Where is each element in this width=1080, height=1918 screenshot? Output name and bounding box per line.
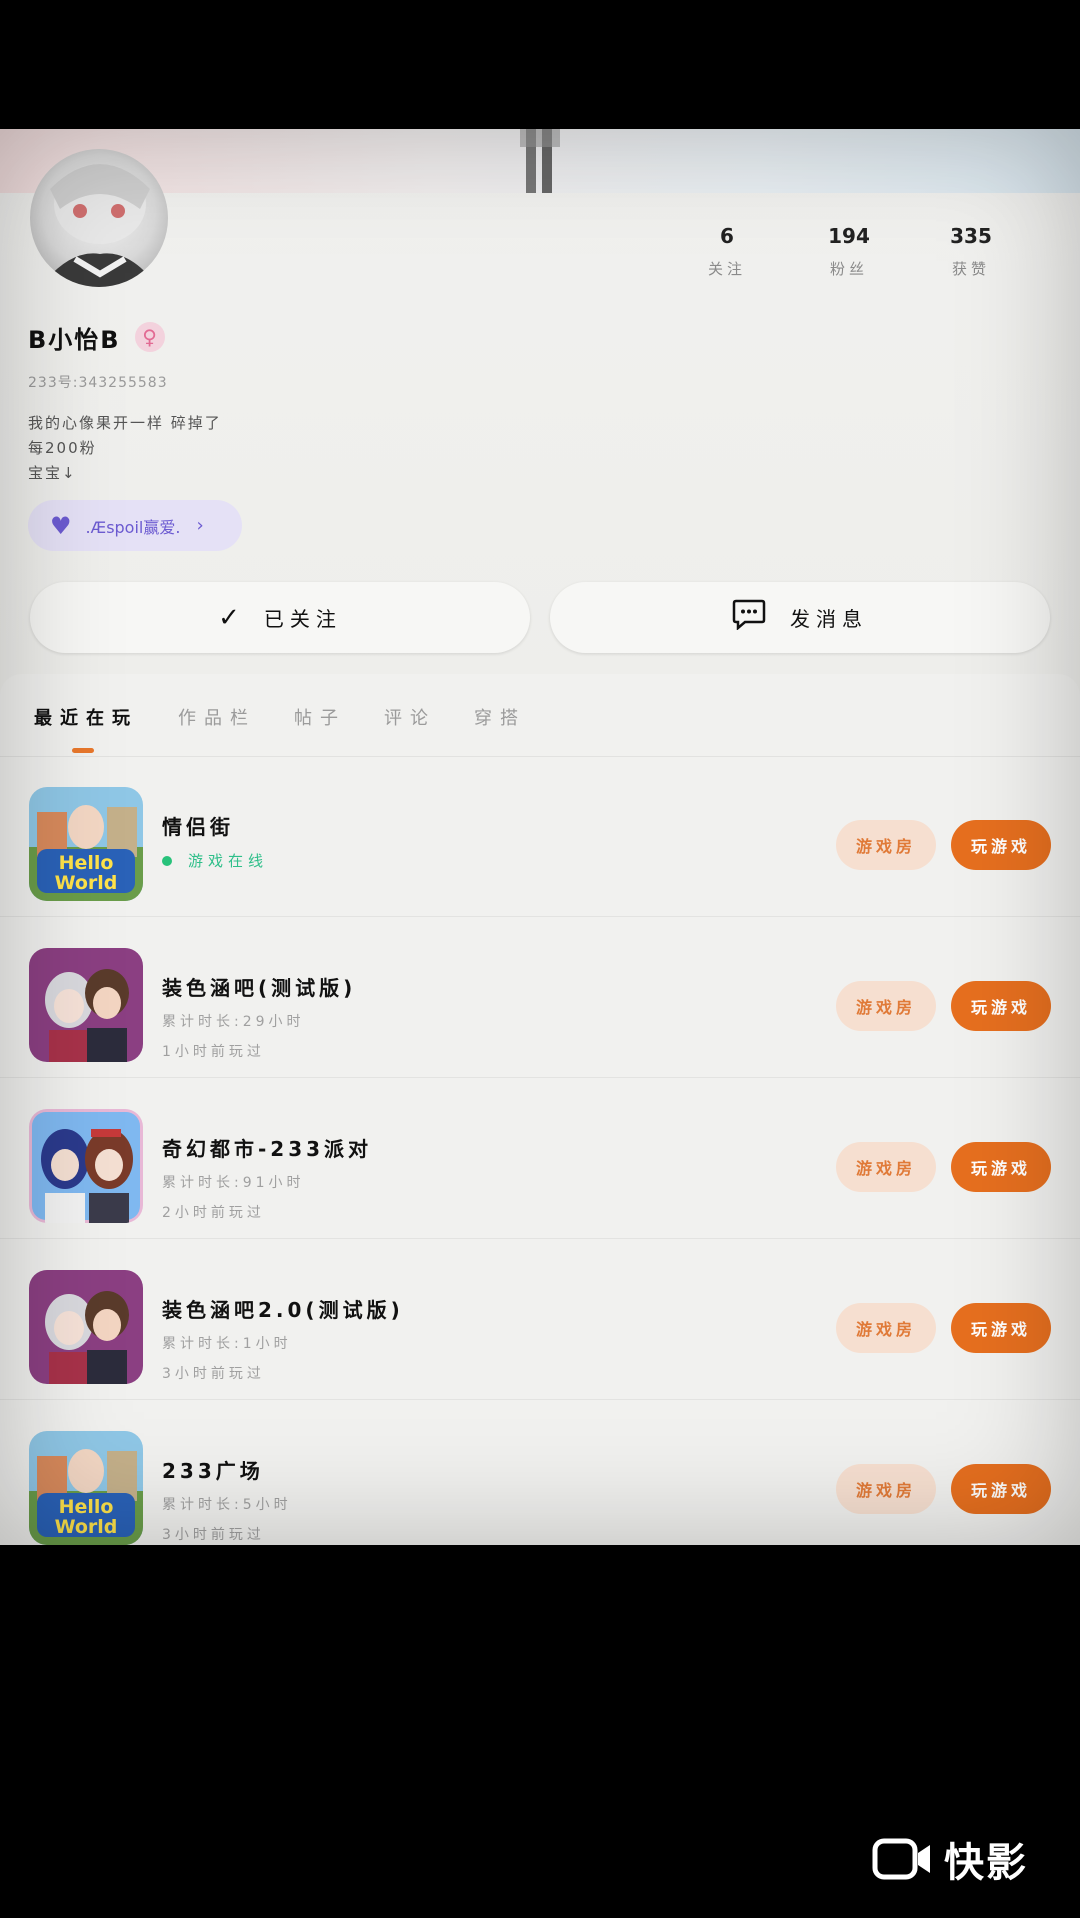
play-duration: 累计时长:91小时 (162, 1175, 305, 1191)
svg-text:Hello: Hello (59, 1496, 114, 1518)
relationship-tag-label: .Æspoil赢爱. (85, 517, 181, 537)
bio-line: 每200粉 (28, 439, 97, 457)
stat-value: 194 (828, 224, 870, 248)
bio-line: 宝宝↓ (28, 464, 77, 482)
avatar[interactable] (30, 149, 168, 287)
stat-likes[interactable]: 335 获赞 (921, 224, 1021, 279)
game-item[interactable]: 装色涵吧2.0(测试版) 累计时长:1小时 3小时前玩过 游戏房 玩游戏 (0, 1239, 1080, 1400)
svg-text:World: World (55, 872, 118, 894)
game-thumbnail (29, 1109, 143, 1223)
username: B小怡B (28, 325, 121, 354)
female-icon: ♀ (134, 322, 165, 352)
bio-line: 我的心像果开一样 碎掉了 (28, 414, 222, 432)
play-duration: 累计时长:1小时 (162, 1336, 292, 1352)
play-game-button[interactable]: 玩游戏 (951, 820, 1051, 870)
character-figure (520, 129, 560, 193)
tab-works[interactable]: 作品栏 (178, 704, 256, 730)
game-thumbnail: Hello World (29, 1431, 143, 1545)
game-title: 233广场 (162, 1459, 264, 1483)
active-tab-indicator (72, 748, 94, 753)
user-id[interactable]: 233号:343255583 (28, 372, 168, 392)
play-game-button[interactable]: 玩游戏 (951, 981, 1051, 1031)
play-game-button[interactable]: 玩游戏 (951, 1142, 1051, 1192)
kuaiying-watermark: 快影 (872, 1834, 1028, 1886)
last-played: 1小时前玩过 (162, 1044, 265, 1060)
profile-stats: 6 关注 194 粉丝 335 获赞 (660, 224, 1080, 294)
stat-following[interactable]: 6 关注 (677, 224, 777, 279)
chevron-right-icon: › (196, 515, 204, 536)
check-icon: ✓ (218, 602, 240, 633)
last-played: 3小时前玩过 (162, 1366, 265, 1382)
last-played: 3小时前玩过 (162, 1527, 265, 1543)
stat-value: 335 (950, 224, 992, 248)
tab-posts[interactable]: 帖子 (294, 704, 346, 730)
online-status-label: 游戏在线 (188, 852, 269, 870)
stat-label: 关注 (707, 260, 746, 278)
game-thumbnail: Hello World (29, 787, 143, 901)
tab-comments[interactable]: 评论 (384, 704, 436, 730)
stat-label: 粉丝 (829, 260, 868, 278)
game-room-button[interactable]: 游戏房 (836, 1303, 936, 1353)
game-title: 装色涵吧2.0(测试版) (162, 1298, 404, 1322)
game-list: Hello World 情侣街 游戏在线 游戏房 玩游戏 装色涵吧(测试版) 累… (0, 756, 1080, 1545)
name-row: B小怡B ♀ (28, 319, 165, 355)
profile-screen: 6 关注 194 粉丝 335 获赞 B小怡B ♀ 233号:343255583… (0, 129, 1080, 1545)
stat-followers[interactable]: 194 粉丝 (799, 224, 899, 279)
profile-tabs: 最近在玩 作品栏 帖子 评论 穿搭 (0, 674, 1080, 757)
hello-world-logo: Hello (59, 852, 114, 874)
online-dot-icon (162, 855, 172, 866)
game-room-button[interactable]: 游戏房 (836, 820, 936, 870)
game-item[interactable]: Hello World 情侣街 游戏在线 游戏房 玩游戏 (0, 756, 1080, 917)
tab-outfits[interactable]: 穿搭 (474, 704, 526, 730)
game-title: 情侣街 (162, 815, 234, 839)
bio: 我的心像果开一样 碎掉了 每200粉 宝宝↓ (28, 411, 222, 486)
game-thumbnail (29, 948, 143, 1062)
svg-text:World: World (55, 1516, 118, 1538)
chat-bubble-icon (732, 598, 766, 637)
relationship-tag[interactable]: ♥ .Æspoil赢爱. › (28, 500, 242, 551)
game-title: 装色涵吧(测试版) (162, 976, 357, 1000)
last-played: 2小时前玩过 (162, 1205, 265, 1221)
video-camera-icon (872, 1838, 930, 1880)
heart-icon: ♥ (50, 511, 72, 540)
following-button[interactable]: ✓ 已关注 (30, 582, 530, 653)
message-label: 发消息 (790, 607, 868, 631)
game-room-button[interactable]: 游戏房 (836, 1464, 936, 1514)
play-game-button[interactable]: 玩游戏 (951, 1303, 1051, 1353)
message-button[interactable]: 发消息 (550, 582, 1050, 653)
game-room-button[interactable]: 游戏房 (836, 981, 936, 1031)
watermark-text: 快影 (944, 1840, 1028, 1886)
play-game-button[interactable]: 玩游戏 (951, 1464, 1051, 1514)
play-duration: 累计时长:29小时 (162, 1014, 305, 1030)
avatar-image (40, 164, 158, 287)
game-title: 奇幻都市-233派对 (162, 1137, 373, 1161)
game-thumbnail (29, 1270, 143, 1384)
game-item[interactable]: 奇幻都市-233派对 累计时长:91小时 2小时前玩过 游戏房 玩游戏 (0, 1078, 1080, 1239)
game-item[interactable]: 装色涵吧(测试版) 累计时长:29小时 1小时前玩过 游戏房 玩游戏 (0, 917, 1080, 1078)
play-duration: 累计时长:5小时 (162, 1497, 292, 1513)
game-room-button[interactable]: 游戏房 (836, 1142, 936, 1192)
game-item[interactable]: Hello World 233广场 累计时长:5小时 3小时前玩过 游戏房 玩游… (0, 1400, 1080, 1545)
online-status: 游戏在线 (162, 850, 268, 871)
stat-label: 获赞 (951, 260, 990, 278)
stat-value: 6 (720, 224, 734, 248)
profile-banner (0, 129, 1080, 193)
tab-recent-games[interactable]: 最近在玩 (34, 704, 138, 730)
following-label: 已关注 (263, 607, 342, 631)
content-panel: 最近在玩 作品栏 帖子 评论 穿搭 Hello World 情侣街 游戏在线 游… (0, 674, 1080, 1545)
